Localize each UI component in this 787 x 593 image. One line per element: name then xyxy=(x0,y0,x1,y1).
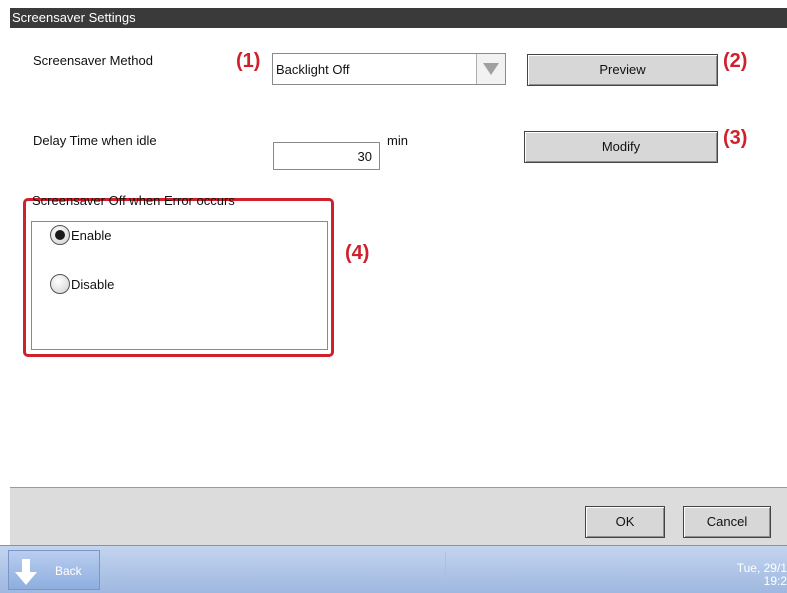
time-text: 19:2 xyxy=(763,574,787,588)
window-title: Screensaver Settings xyxy=(10,8,787,28)
screensaver-method-select[interactable]: Backlight Off xyxy=(272,53,506,85)
taskbar: Back Tue, 29/1 19:2 xyxy=(0,545,787,593)
ok-button[interactable]: OK xyxy=(585,506,665,538)
radio-enable-label: Enable xyxy=(71,227,112,243)
cancel-button[interactable]: Cancel xyxy=(683,506,771,538)
chevron-down-icon[interactable] xyxy=(476,54,505,84)
delay-time-label: Delay Time when idle xyxy=(33,133,157,148)
radio-disable[interactable]: Disable xyxy=(50,274,114,294)
delay-time-input[interactable]: 30 xyxy=(273,142,380,170)
settings-window: Screensaver Settings Screensaver Method … xyxy=(10,8,787,545)
radio-enable[interactable]: Enable xyxy=(50,225,111,245)
radio-selected-icon xyxy=(50,225,70,245)
arrow-down-icon xyxy=(15,559,37,585)
modify-button[interactable]: Modify xyxy=(524,131,718,163)
screensaver-method-value: Backlight Off xyxy=(276,62,350,77)
dialog-footer: OK Cancel xyxy=(10,487,787,545)
error-group-title: Screensaver Off when Error occurs xyxy=(32,193,235,208)
annotation-4: (4) xyxy=(345,242,370,264)
date-time: Tue, 29/1 19:2 xyxy=(737,562,787,588)
annotation-2: (2) xyxy=(723,50,748,72)
taskbar-separator xyxy=(445,552,446,588)
preview-button[interactable]: Preview xyxy=(527,54,718,86)
screensaver-method-label: Screensaver Method xyxy=(33,53,153,68)
back-button[interactable]: Back xyxy=(8,550,100,590)
radio-unselected-icon xyxy=(50,274,70,294)
delay-unit-label: min xyxy=(387,133,408,148)
radio-disable-label: Disable xyxy=(71,276,115,292)
annotation-3: (3) xyxy=(723,127,748,149)
settings-panel: Screensaver Method (1) Backlight Off Pre… xyxy=(10,28,787,487)
annotation-1: (1) xyxy=(236,50,261,72)
back-label: Back xyxy=(55,564,82,578)
